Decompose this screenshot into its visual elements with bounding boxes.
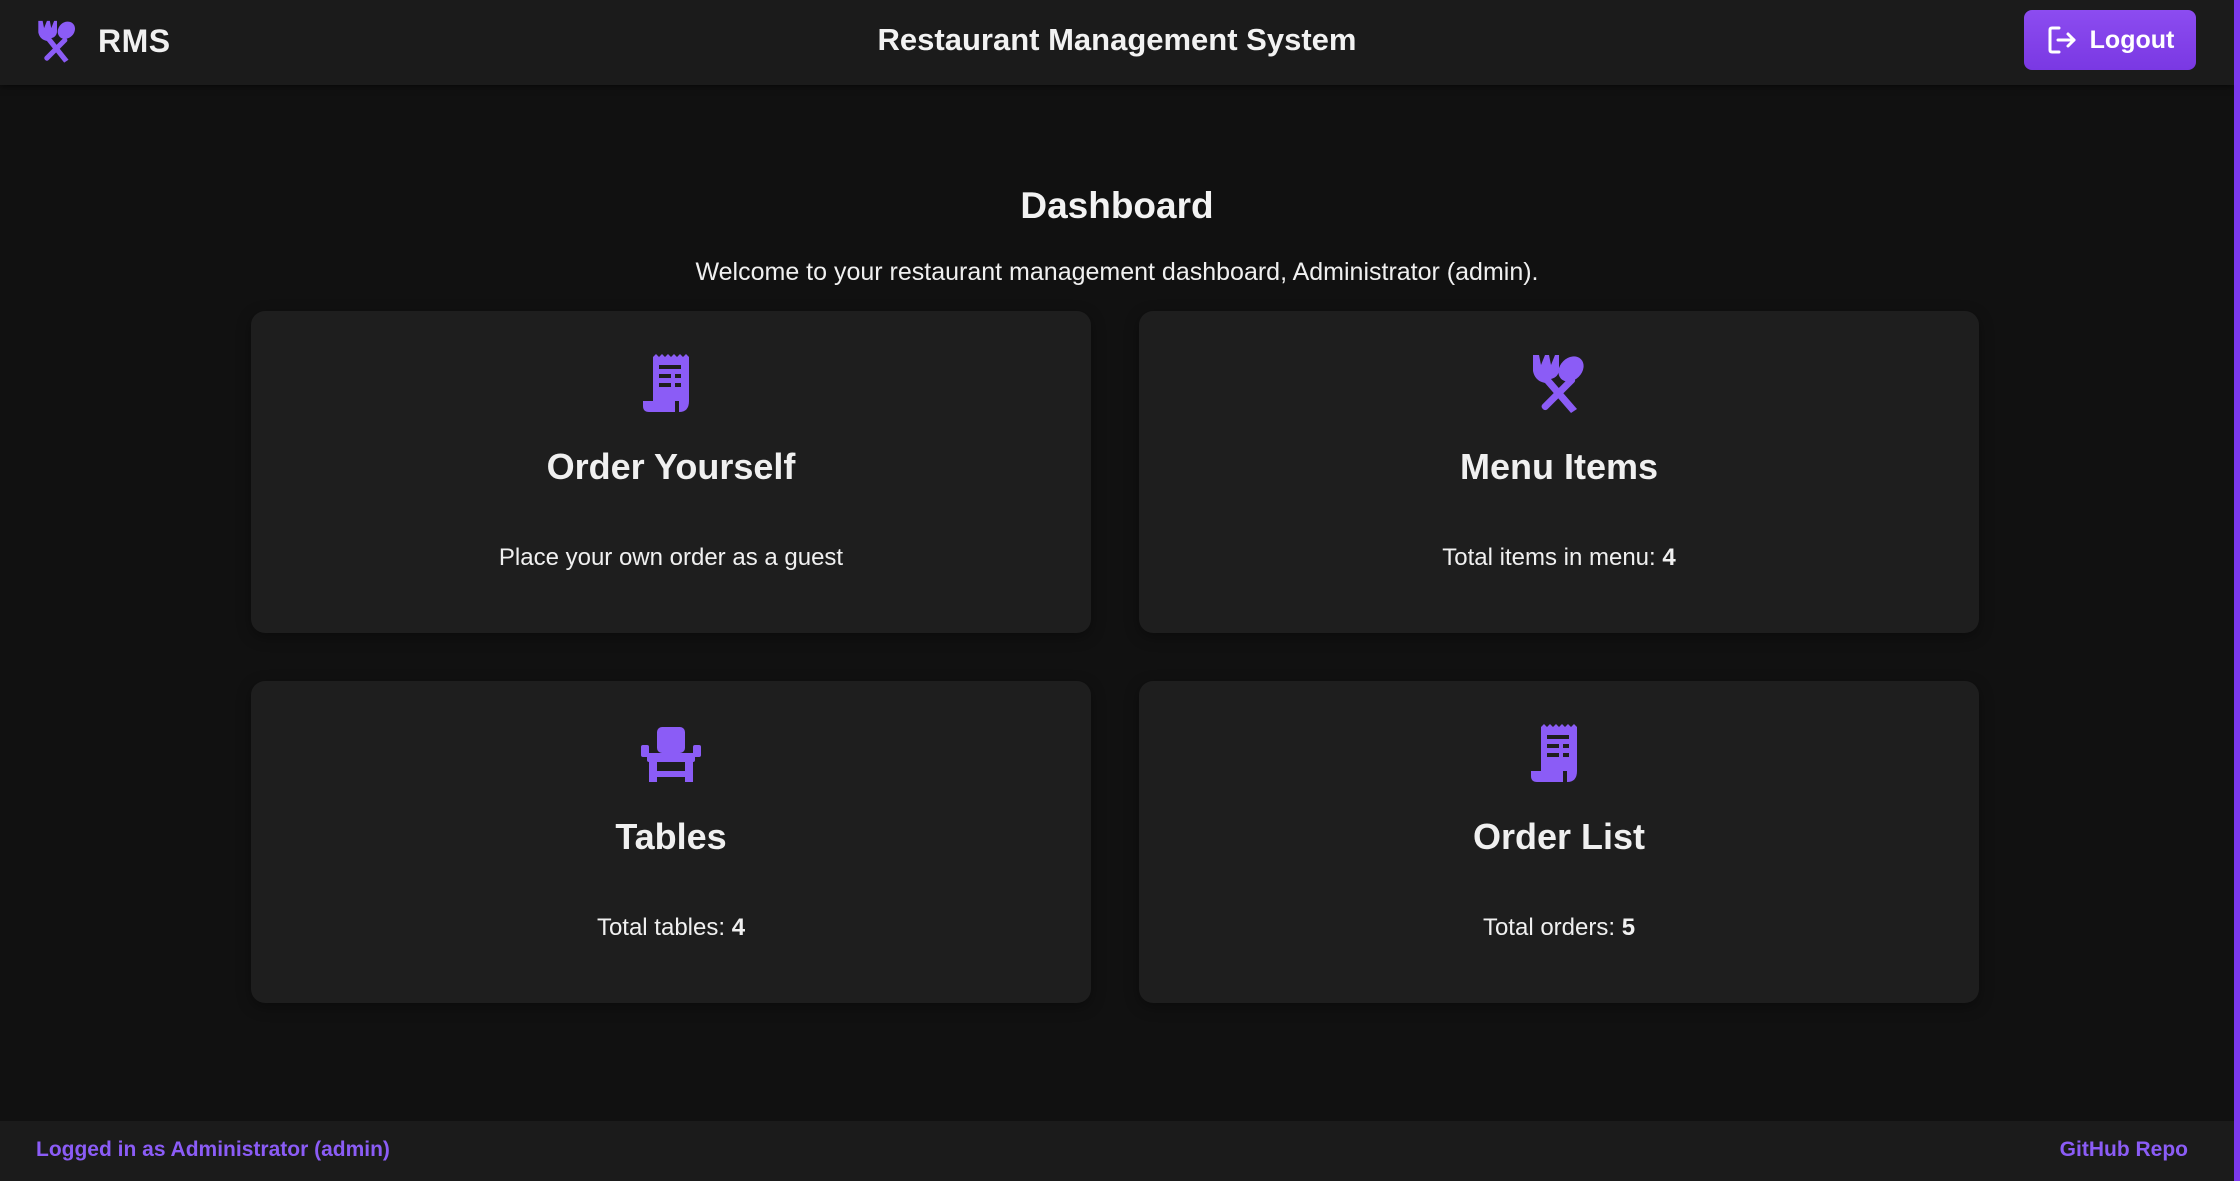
orders-count: 5 [1621,914,1636,941]
card-menu-items[interactable]: Menu Items Total items in menu: 4 [1139,311,1979,633]
card-description: Total orders: 5 [1482,914,1636,941]
receipt-icon [643,354,689,412]
github-repo-link[interactable]: GitHub Repo [2060,1138,2188,1162]
page-scrollbar[interactable] [2234,0,2240,1181]
card-tables[interactable]: Tables Total tables: 4 [251,681,1091,1003]
tables-count: 4 [731,914,746,941]
receipt-icon [1531,724,1577,782]
page-footer: Logged in as Administrator (admin) GitHu… [0,1121,2234,1181]
card-description: Total items in menu: 4 [1442,544,1676,571]
logout-button[interactable]: Logout [2024,10,2196,70]
card-description: Total tables: 4 [596,914,746,941]
card-title: Menu Items [1459,446,1659,487]
logged-in-status: Logged in as Administrator (admin) [36,1138,390,1161]
logout-icon [2048,26,2076,54]
card-title: Tables [615,816,727,857]
top-header: RMS Restaurant Management System Logout [0,0,2234,85]
card-title: Order Yourself [546,446,796,487]
utensils-icon [1533,355,1584,413]
card-title: Order List [1472,816,1646,857]
app-title: Restaurant Management System [877,22,1357,57]
welcome-message: Welcome to your restaurant management da… [695,258,1539,286]
card-order-yourself[interactable]: Order Yourself Place your own order as a… [251,311,1091,633]
logout-label: Logout [2089,25,2175,54]
dashboard-main: Dashboard Welcome to your restaurant man… [0,85,2234,1121]
menu-items-count: 4 [1662,544,1676,571]
page-title: Dashboard [1020,185,1214,226]
card-order-list[interactable]: Order List Total orders: 5 [1139,681,1979,1003]
card-description: Place your own order as a guest [498,544,844,571]
app-root: RMS Restaurant Management System Logout … [0,0,2240,1181]
chair-icon [641,727,701,782]
